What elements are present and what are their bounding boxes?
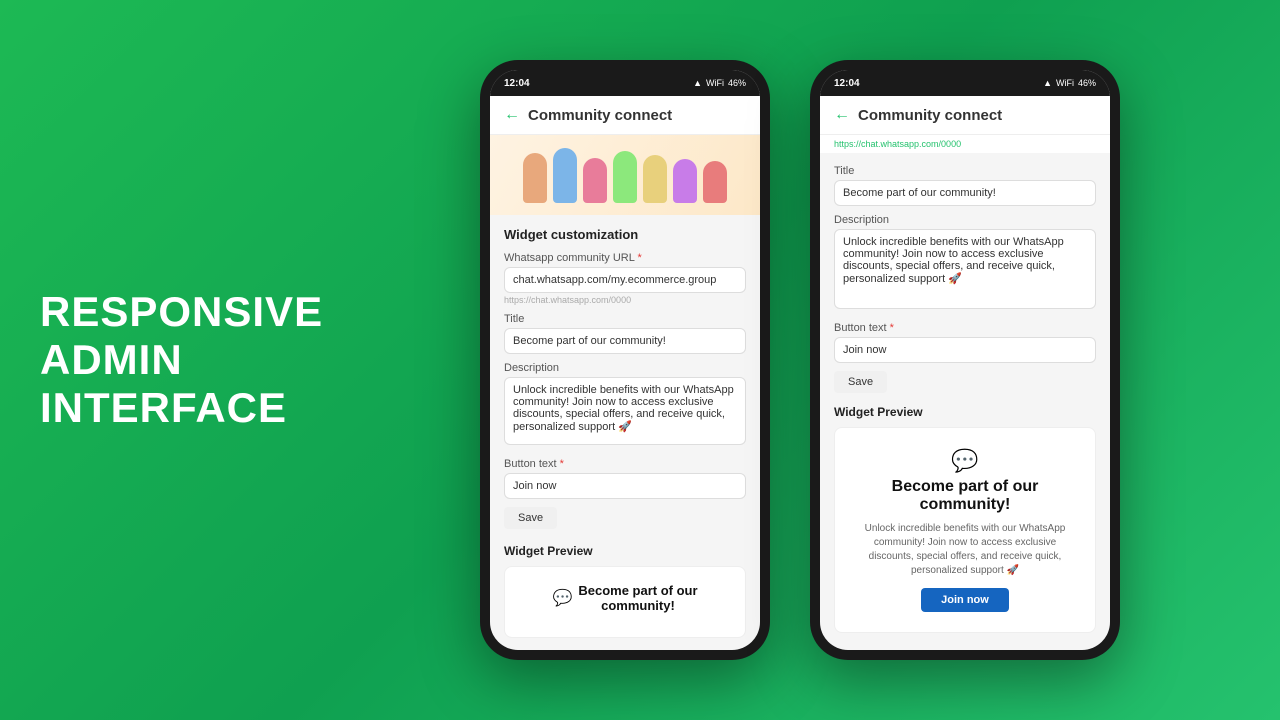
signal-icon-left: ▲ (693, 78, 702, 88)
desc-textarea-left[interactable] (504, 377, 746, 445)
btn-text-input-left[interactable] (504, 473, 746, 499)
btn-text-input-right[interactable] (834, 337, 1096, 363)
app-header-left: ← Community connect (490, 96, 760, 135)
save-btn-left[interactable]: Save (504, 507, 557, 529)
widget-icon-title-left: 💬 Become part of ourcommunity! (517, 583, 733, 613)
figure-4 (613, 151, 637, 203)
notch-bar-right: 12:04 ▲ WiFi 46% (820, 70, 1110, 96)
notch-bar-left: 12:04 ▲ WiFi 46% (490, 70, 760, 96)
widget-customization-title: Widget customization (504, 227, 746, 242)
banner-area-left (490, 135, 760, 215)
title-input-right[interactable] (834, 180, 1096, 206)
widget-title-line2: community! (920, 496, 1011, 513)
headline-line1: RESPONSIVE ADMIN (40, 288, 323, 383)
wifi-icon-left: WiFi (706, 78, 724, 88)
phone-right: 12:04 ▲ WiFi 46% ← Community connect htt… (810, 60, 1120, 660)
title-input-left[interactable] (504, 328, 746, 354)
figure-6 (673, 159, 697, 203)
back-btn-right[interactable]: ← (834, 106, 850, 124)
status-icons-right: ▲ WiFi 46% (1043, 78, 1096, 88)
banner-figures (513, 148, 737, 203)
figure-1 (523, 153, 547, 203)
btn-text-label-right: Button text * (834, 322, 1096, 334)
title-label-left: Title (504, 313, 746, 325)
btn-text-label-text-right: Button text (834, 322, 887, 334)
save-btn-right[interactable]: Save (834, 371, 887, 393)
widget-desc-right: Unlock incredible benefits with our What… (851, 522, 1079, 578)
app-title-left: Community connect (528, 107, 672, 124)
widget-card-left: 💬 Become part of ourcommunity! (504, 566, 746, 638)
widget-title-left: Become part of ourcommunity! (578, 583, 697, 613)
widget-preview-left: Widget Preview 💬 Become part of ourcommu… (490, 544, 760, 650)
time-left: 12:04 (504, 78, 530, 89)
desc-label-left: Description (504, 362, 746, 374)
url-label-text: Whatsapp community URL (504, 252, 634, 264)
btn-text-required: * (560, 458, 564, 470)
headline-line2: INTERFACE (40, 384, 287, 431)
phones-container: 12:04 ▲ WiFi 46% ← Community connect (360, 60, 1240, 660)
url-hint: https://chat.whatsapp.com/0000 (504, 295, 746, 305)
back-btn-left[interactable]: ← (504, 106, 520, 124)
widget-title-right: Become part of our community! (892, 478, 1039, 514)
widget-title-line1: Become part of our (892, 478, 1039, 495)
app-header-right: ← Community connect (820, 96, 1110, 135)
phone-left: 12:04 ▲ WiFi 46% ← Community connect (480, 60, 770, 660)
figure-2 (553, 148, 577, 203)
url-label: Whatsapp community URL * (504, 252, 746, 264)
headline: RESPONSIVE ADMIN INTERFACE (40, 288, 360, 433)
battery-right: 46% (1078, 78, 1096, 88)
widget-preview-title-right: Widget Preview (834, 405, 1096, 419)
whatsapp-icon-left: 💬 (552, 588, 572, 608)
form-section-right: Title Description Button text * Save Wid… (820, 153, 1110, 650)
app-title-right: Community connect (858, 107, 1002, 124)
figure-5 (643, 155, 667, 203)
form-section-left: Widget customization Whatsapp community … (490, 215, 760, 544)
whatsapp-icon-right: 💬 (951, 448, 978, 474)
widget-preview-title-left: Widget Preview (504, 544, 746, 558)
btn-text-required-right: * (890, 322, 894, 334)
widget-icon-title-right: 💬 Become part of our community! (851, 448, 1079, 514)
figure-3 (583, 158, 607, 203)
figure-7 (703, 161, 727, 203)
btn-text-label-left: Button text * (504, 458, 746, 470)
widget-card-right: 💬 Become part of our community! Unlock i… (834, 427, 1096, 633)
join-btn-right[interactable]: Join now (921, 588, 1009, 612)
whatsapp-url-input[interactable] (504, 267, 746, 293)
title-label-right: Title (834, 165, 1096, 177)
desc-textarea-right[interactable] (834, 229, 1096, 309)
btn-text-label-text: Button text (504, 458, 557, 470)
status-icons-left: ▲ WiFi 46% (693, 78, 746, 88)
signal-icon-right: ▲ (1043, 78, 1052, 88)
url-required: * (637, 252, 641, 264)
phone-right-inner: 12:04 ▲ WiFi 46% ← Community connect htt… (820, 70, 1110, 650)
time-right: 12:04 (834, 78, 860, 89)
left-section: RESPONSIVE ADMIN INTERFACE (40, 288, 360, 433)
url-hint-right: https://chat.whatsapp.com/0000 (820, 135, 1110, 153)
desc-label-right: Description (834, 214, 1096, 226)
battery-left: 46% (728, 78, 746, 88)
wifi-icon-right: WiFi (1056, 78, 1074, 88)
phone-left-inner: 12:04 ▲ WiFi 46% ← Community connect (490, 70, 760, 650)
